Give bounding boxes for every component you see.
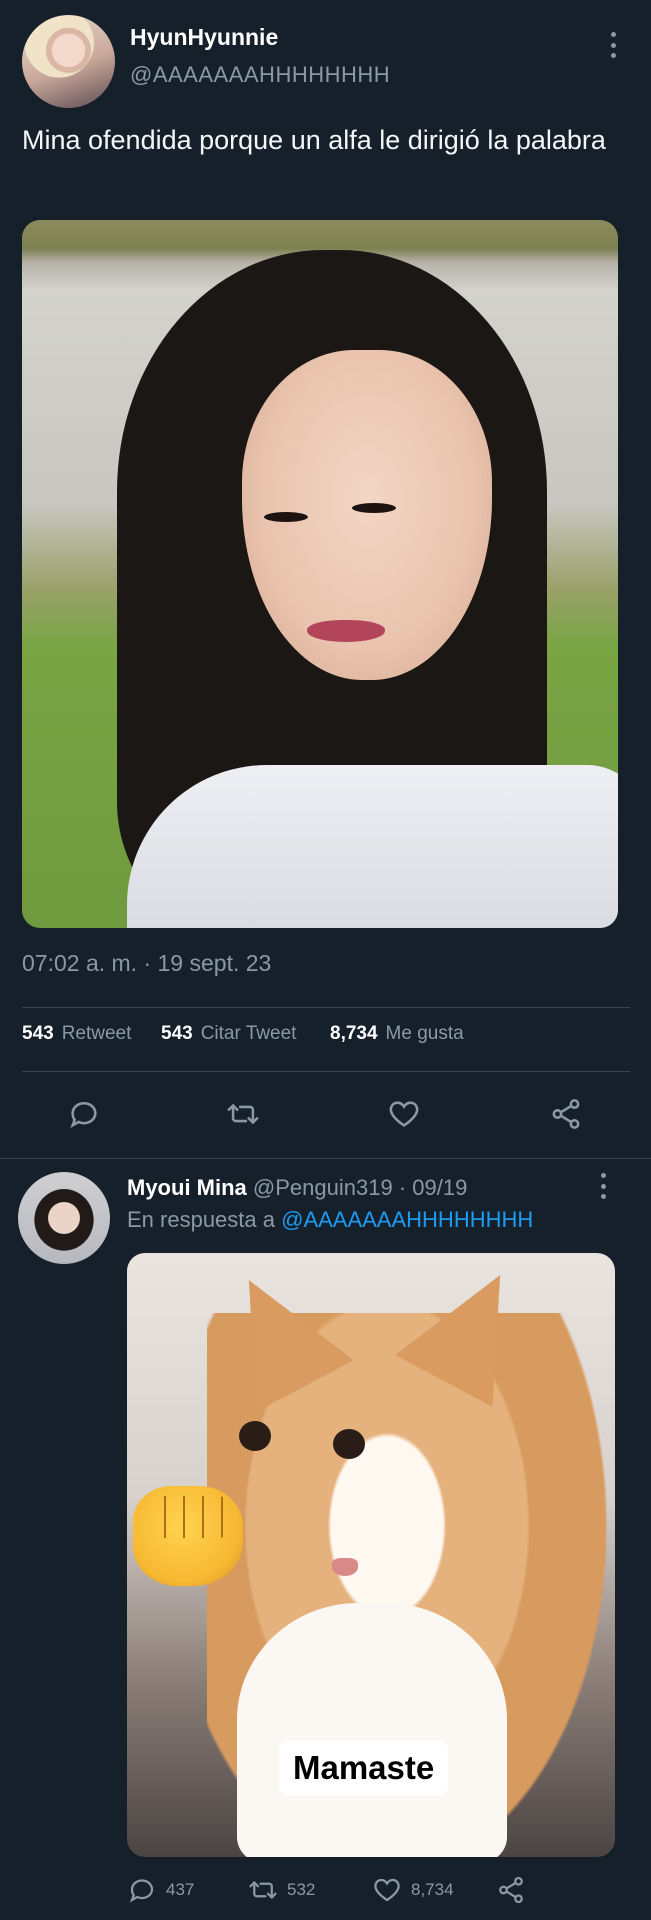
retweets-label: Retweet: [61, 1023, 132, 1044]
heart-icon: [372, 1875, 402, 1905]
reply-icon: [127, 1875, 157, 1905]
reply-icon[interactable]: [67, 1097, 101, 1131]
thread-separator: [0, 1158, 651, 1159]
retweet-icon[interactable]: [226, 1097, 260, 1131]
like-count: 8,734: [411, 1880, 454, 1899]
fist-emoji-icon: [133, 1486, 243, 1586]
in-reply-to: En respuesta a @AAAAAAAHHHHHHHH: [127, 1207, 533, 1233]
likes-label: Me gusta: [385, 1023, 464, 1044]
photo-cat-eye: [333, 1429, 365, 1459]
share-icon: [496, 1875, 526, 1905]
tweet-text: Mina ofendida porque un alfa le dirigió …: [22, 125, 606, 155]
reply-count: 437: [166, 1880, 195, 1899]
photo-cat-nose: [332, 1558, 358, 1576]
author-avatar[interactable]: [22, 15, 115, 108]
author-handle[interactable]: @AAAAAAAHHHHHHHH: [130, 62, 390, 88]
photo-mouth: [307, 620, 385, 642]
retweet-count: 532: [287, 1880, 316, 1899]
reply-author-display-name[interactable]: Myoui Mina: [127, 1175, 247, 1200]
author-display-name[interactable]: HyunHyunnie: [130, 24, 278, 51]
retweets-stat[interactable]: 543 Retweet: [22, 1023, 131, 1045]
image-caption: Mamaste: [279, 1741, 449, 1795]
reply-author-handle[interactable]: @Penguin319: [253, 1175, 393, 1200]
more-options-icon[interactable]: [609, 32, 617, 58]
tweet-photo[interactable]: [22, 220, 618, 928]
likes-stat[interactable]: 8,734 Me gusta: [330, 1023, 464, 1045]
likes-count: 8,734: [330, 1023, 378, 1044]
reply-author-avatar[interactable]: [18, 1172, 110, 1264]
reply-header: Myoui Mina @Penguin319 · 09/19: [127, 1175, 467, 1201]
photo-eye-left: [264, 512, 308, 522]
photo-hoodie: [127, 765, 618, 928]
quotes-label: Citar Tweet: [200, 1023, 297, 1044]
retweet-action[interactable]: 532: [248, 1875, 315, 1905]
photo-eye-right: [352, 503, 396, 513]
share-action[interactable]: [496, 1875, 535, 1905]
like-action[interactable]: 8,734: [372, 1875, 454, 1905]
divider: [22, 1071, 630, 1072]
reply-photo[interactable]: Mamaste: [127, 1253, 615, 1857]
photo-cat-chest: [237, 1603, 507, 1857]
reply-date[interactable]: · 09/19: [399, 1175, 468, 1200]
photo-cat-eye: [239, 1421, 271, 1451]
heart-icon[interactable]: [387, 1097, 421, 1131]
quotes-stat[interactable]: 543 Citar Tweet: [161, 1023, 296, 1045]
in-reply-to-label: En respuesta a: [127, 1207, 275, 1232]
retweets-count: 543: [22, 1023, 54, 1044]
divider: [22, 1007, 630, 1008]
tweet-timestamp[interactable]: 07:02 a. m. · 19 sept. 23: [22, 950, 271, 977]
retweet-icon: [248, 1875, 278, 1905]
more-options-icon[interactable]: [599, 1173, 607, 1199]
reply-action[interactable]: 437: [127, 1875, 194, 1905]
quotes-count: 543: [161, 1023, 193, 1044]
share-icon[interactable]: [549, 1097, 583, 1131]
in-reply-to-handle-link[interactable]: @AAAAAAAHHHHHHHH: [281, 1207, 533, 1232]
